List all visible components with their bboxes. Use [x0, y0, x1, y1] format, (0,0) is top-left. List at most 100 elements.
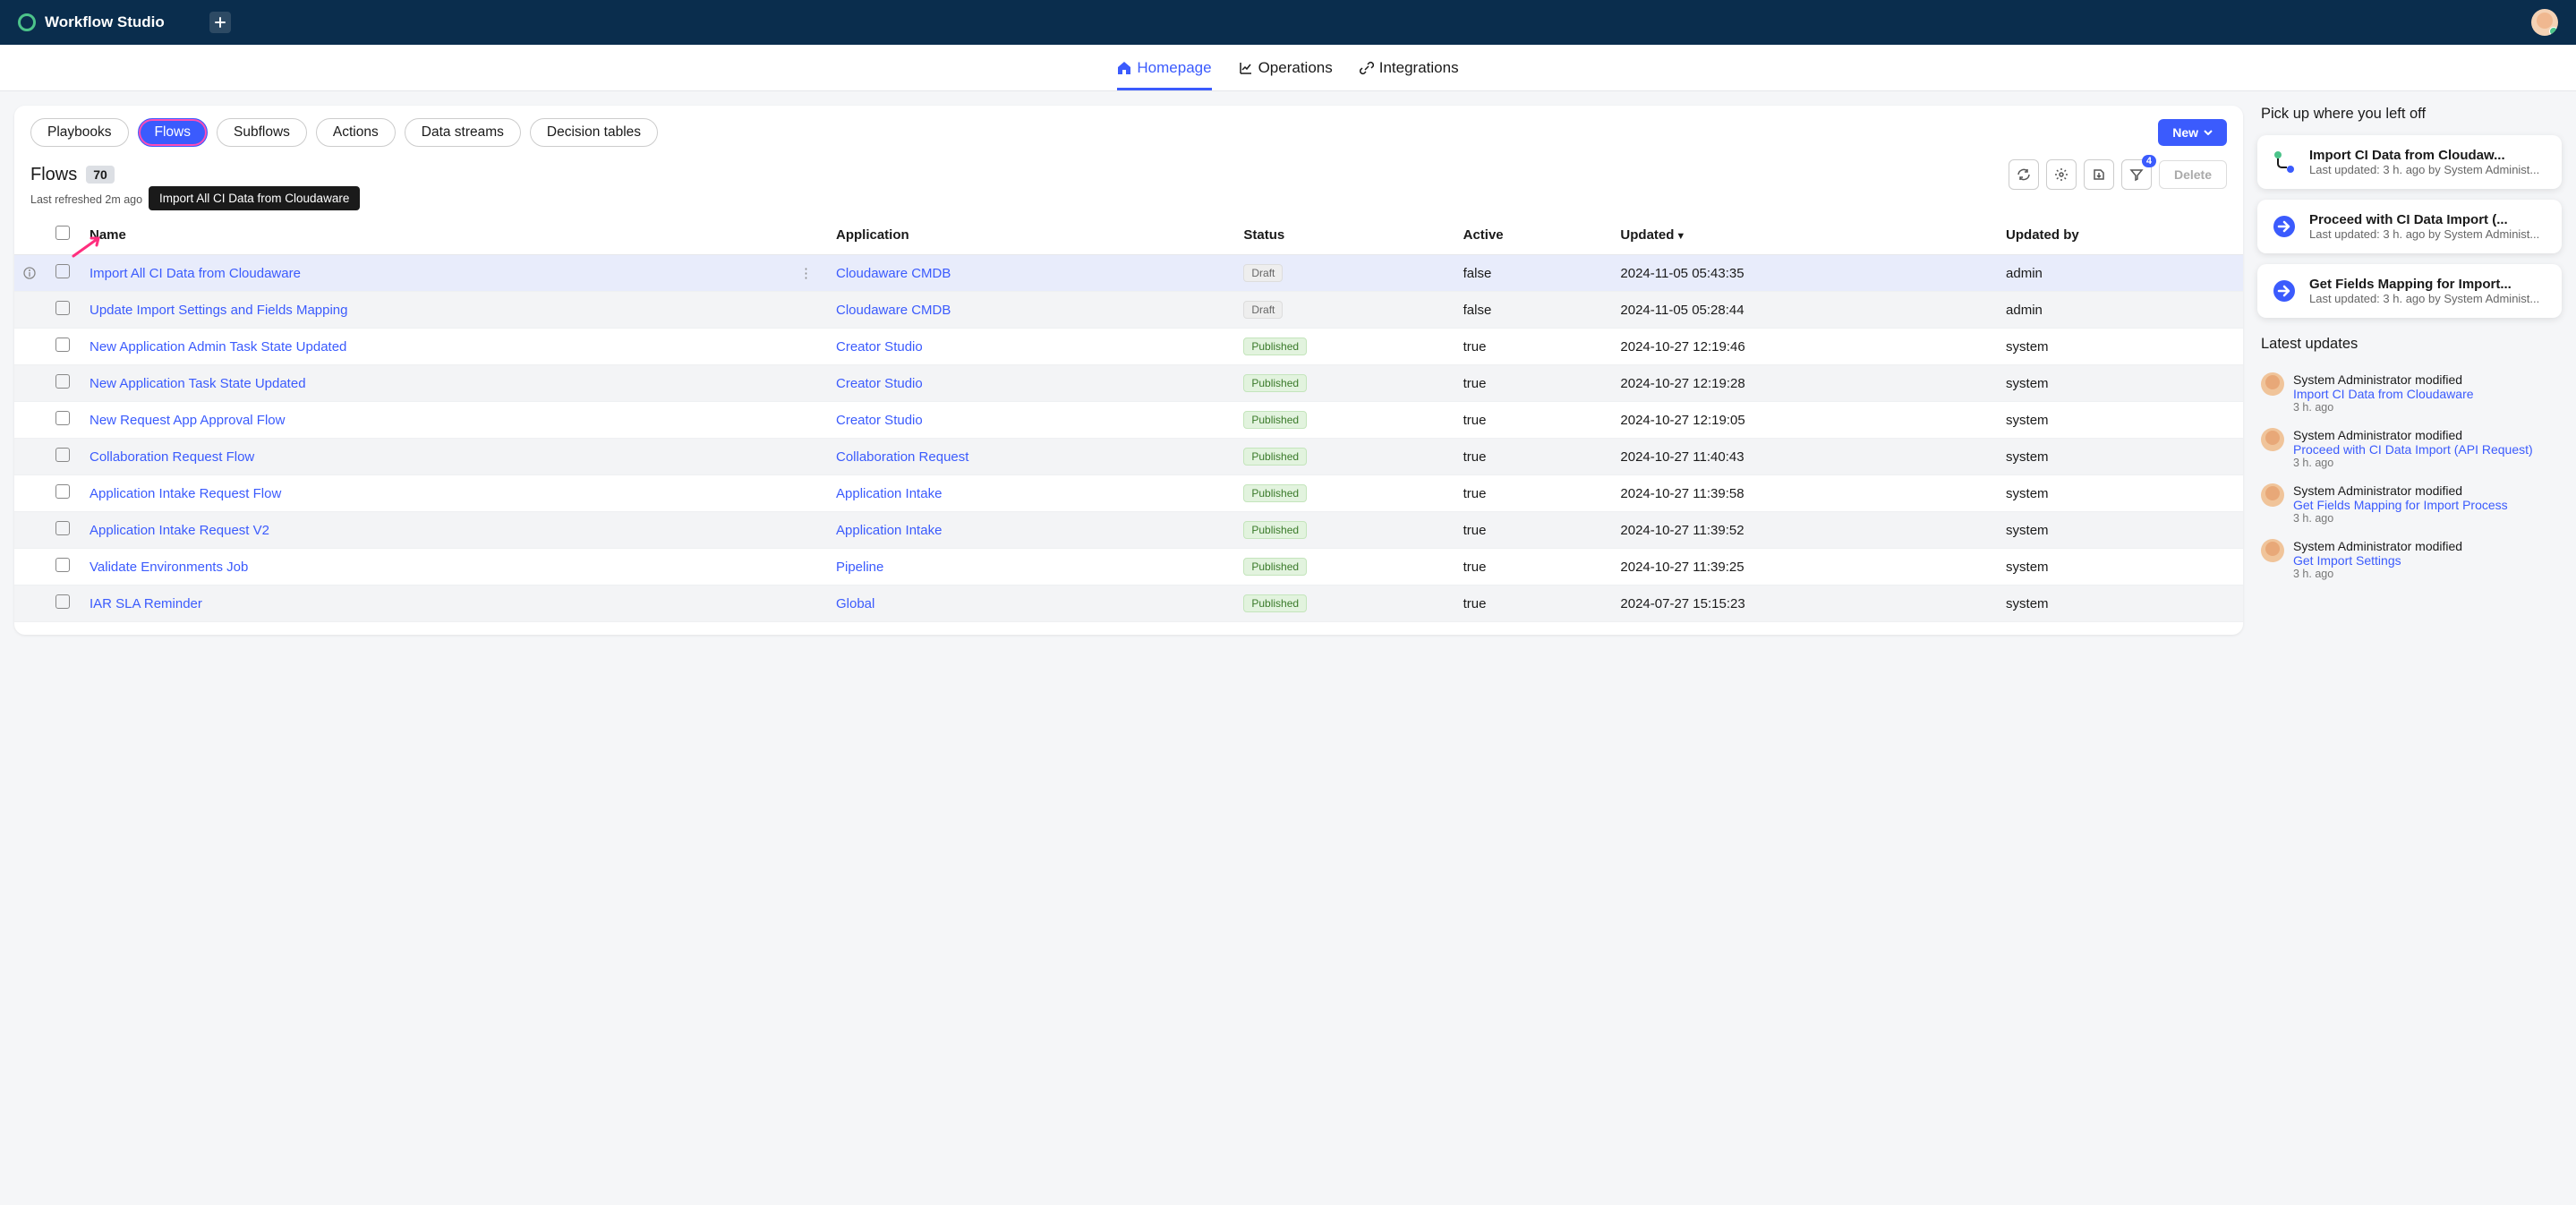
- table-row: Update Import Settings and Fields Mappin…: [14, 292, 2243, 329]
- updated-cell: 2024-10-27 11:39:58: [1611, 475, 1997, 512]
- nav-integrations-label: Integrations: [1379, 59, 1459, 77]
- updated-by-cell: system: [1997, 475, 2243, 512]
- application-link[interactable]: Application Intake: [836, 486, 942, 501]
- user-avatar-small: [2261, 483, 2284, 507]
- tooltip: Import All CI Data from Cloudaware: [149, 186, 360, 210]
- flow-name-link[interactable]: New Request App Approval Flow: [90, 413, 818, 428]
- update-time: 3 h. ago: [2293, 457, 2533, 469]
- row-checkbox[interactable]: [55, 338, 70, 352]
- row-checkbox[interactable]: [55, 301, 70, 315]
- recent-item[interactable]: Proceed with CI Data Import (...Last upd…: [2257, 200, 2562, 253]
- update-time: 3 h. ago: [2293, 512, 2508, 525]
- user-avatar[interactable]: [2531, 9, 2558, 36]
- flow-name-link[interactable]: Collaboration Request Flow: [90, 449, 818, 465]
- updated-cell: 2024-10-27 12:19:46: [1611, 329, 1997, 365]
- col-name[interactable]: Name: [81, 215, 827, 255]
- row-checkbox[interactable]: [55, 374, 70, 389]
- updated-by-cell: system: [1997, 512, 2243, 549]
- application-link[interactable]: Application Intake: [836, 523, 942, 538]
- home-icon: [1117, 61, 1131, 75]
- nav-integrations[interactable]: Integrations: [1360, 59, 1459, 90]
- user-avatar-small: [2261, 428, 2284, 451]
- application-link[interactable]: Creator Studio: [836, 413, 923, 428]
- row-checkbox[interactable]: [55, 411, 70, 425]
- pill-decision-tables[interactable]: Decision tables: [530, 118, 658, 147]
- row-checkbox[interactable]: [55, 594, 70, 609]
- filter-button[interactable]: 4: [2121, 159, 2152, 190]
- application-link[interactable]: Creator Studio: [836, 376, 923, 391]
- row-checkbox[interactable]: [55, 264, 70, 278]
- pill-actions[interactable]: Actions: [316, 118, 396, 147]
- application-link[interactable]: Global: [836, 596, 874, 611]
- select-all-checkbox[interactable]: [55, 226, 70, 240]
- flow-name-link[interactable]: Application Intake Request V2: [90, 523, 818, 538]
- updated-by-cell: system: [1997, 365, 2243, 402]
- flows-table: Name Application Status Active Updated▼ …: [14, 215, 2243, 622]
- recent-item[interactable]: Import CI Data from Cloudaw...Last updat…: [2257, 135, 2562, 189]
- filter-icon: [2129, 167, 2144, 182]
- app-header: Workflow Studio: [0, 0, 2576, 45]
- row-checkbox[interactable]: [55, 558, 70, 572]
- application-link[interactable]: Collaboration Request: [836, 449, 968, 465]
- main-nav: Homepage Operations Integrations: [0, 45, 2576, 91]
- pill-subflows[interactable]: Subflows: [217, 118, 307, 147]
- col-updated-by[interactable]: Updated by: [1997, 215, 2243, 255]
- nav-homepage-label: Homepage: [1137, 59, 1211, 77]
- row-checkbox[interactable]: [55, 521, 70, 535]
- logo-area: Workflow Studio: [18, 12, 231, 33]
- nav-homepage[interactable]: Homepage: [1117, 59, 1211, 90]
- application-link[interactable]: Pipeline: [836, 560, 883, 575]
- user-avatar-small: [2261, 372, 2284, 396]
- pill-data-streams[interactable]: Data streams: [405, 118, 521, 147]
- new-button-label: New: [2172, 125, 2198, 140]
- update-item: System Administrator modifiedGet Fields …: [2257, 476, 2562, 532]
- status-badge: Published: [1243, 484, 1307, 502]
- application-link[interactable]: Cloudaware CMDB: [836, 303, 951, 318]
- pill-flows[interactable]: Flows: [138, 118, 208, 147]
- application-link[interactable]: Cloudaware CMDB: [836, 266, 951, 281]
- col-status[interactable]: Status: [1234, 215, 1454, 255]
- col-active[interactable]: Active: [1454, 215, 1612, 255]
- delete-button[interactable]: Delete: [2159, 160, 2227, 189]
- flow-name-link[interactable]: Validate Environments Job: [90, 560, 818, 575]
- sort-desc-icon: ▼: [1676, 231, 1685, 242]
- export-button[interactable]: [2084, 159, 2114, 190]
- updated-cell: 2024-10-27 11:40:43: [1611, 439, 1997, 475]
- flow-name-link[interactable]: New Application Task State Updated: [90, 376, 818, 391]
- gear-icon: [2054, 167, 2068, 182]
- update-link[interactable]: Import CI Data from Cloudaware: [2293, 387, 2474, 401]
- settings-button[interactable]: [2046, 159, 2077, 190]
- flow-name-link[interactable]: Import All CI Data from Cloudaware: [90, 266, 787, 281]
- row-checkbox[interactable]: [55, 484, 70, 499]
- application-link[interactable]: Creator Studio: [836, 339, 923, 355]
- updated-cell: 2024-10-27 12:19:28: [1611, 365, 1997, 402]
- updated-cell: 2024-07-27 15:15:23: [1611, 585, 1997, 622]
- flow-name-link[interactable]: Application Intake Request Flow: [90, 486, 818, 501]
- pickup-heading: Pick up where you left off: [2257, 106, 2562, 123]
- status-badge: Published: [1243, 558, 1307, 576]
- active-cell: true: [1454, 585, 1612, 622]
- col-application[interactable]: Application: [827, 215, 1234, 255]
- update-link[interactable]: Get Import Settings: [2293, 553, 2401, 568]
- new-button[interactable]: New: [2158, 119, 2227, 146]
- recent-item[interactable]: Get Fields Mapping for Import...Last upd…: [2257, 264, 2562, 318]
- update-link[interactable]: Proceed with CI Data Import (API Request…: [2293, 442, 2533, 457]
- updated-cell: 2024-11-05 05:28:44: [1611, 292, 1997, 329]
- table-row: IAR SLA ReminderGlobalPublishedtrue2024-…: [14, 585, 2243, 622]
- flow-name-link[interactable]: New Application Admin Task State Updated: [90, 339, 818, 355]
- update-link[interactable]: Get Fields Mapping for Import Process: [2293, 498, 2508, 512]
- row-menu-button[interactable]: ⋮: [794, 265, 818, 281]
- pill-playbooks[interactable]: Playbooks: [30, 118, 129, 147]
- new-tab-button[interactable]: [209, 12, 231, 33]
- flow-name-link[interactable]: IAR SLA Reminder: [90, 596, 818, 611]
- count-badge: 70: [86, 166, 115, 184]
- row-checkbox[interactable]: [55, 448, 70, 462]
- filter-count: 4: [2142, 155, 2156, 167]
- updated-by-cell: admin: [1997, 255, 2243, 292]
- nav-operations[interactable]: Operations: [1239, 59, 1333, 90]
- flow-name-link[interactable]: Update Import Settings and Fields Mappin…: [90, 303, 818, 318]
- table-row: New Application Task State Updated Creato…: [14, 365, 2243, 402]
- logo-icon: [18, 13, 36, 31]
- refresh-button[interactable]: [2009, 159, 2039, 190]
- col-updated[interactable]: Updated▼: [1611, 215, 1997, 255]
